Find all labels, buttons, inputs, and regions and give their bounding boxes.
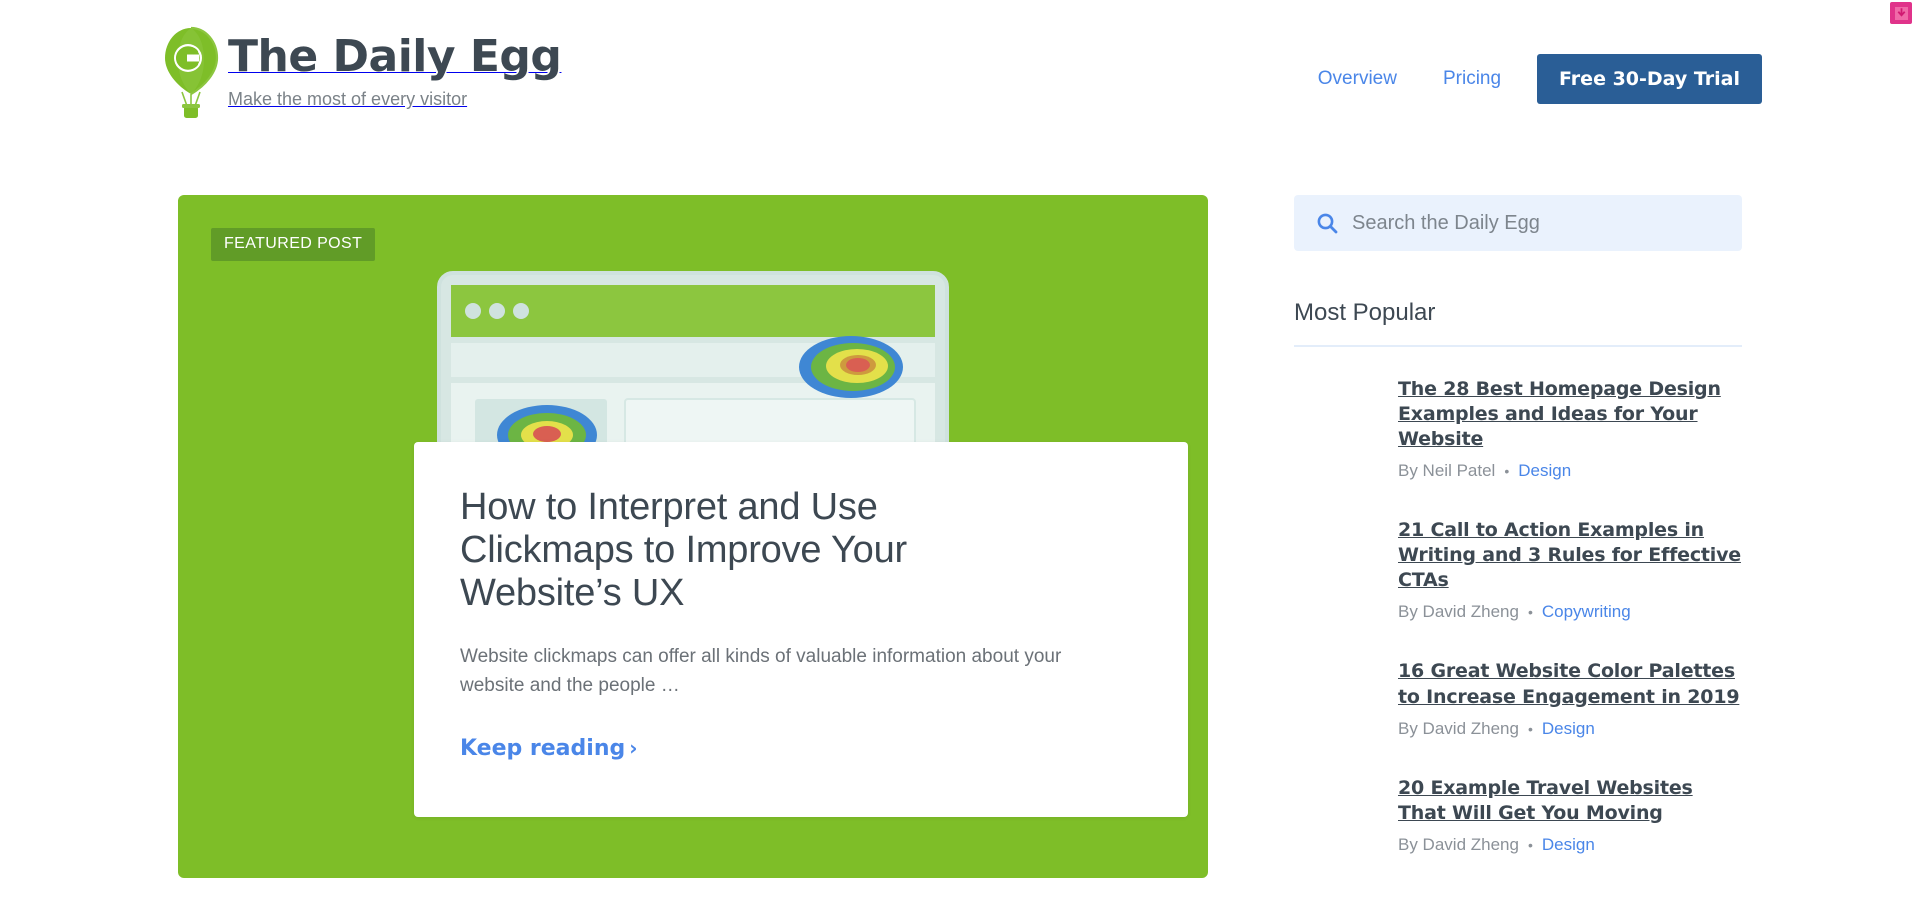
featured-post-title: How to Interpret and Use Clickmaps to Im… bbox=[460, 486, 907, 614]
main-nav: Overview Pricing Free 30-Day Trial bbox=[1318, 54, 1762, 104]
post-category-link[interactable]: Design bbox=[1542, 835, 1595, 855]
list-item[interactable]: 16 Great Website Color Palettes to Incre… bbox=[1294, 659, 1742, 738]
chevron-right-icon: › bbox=[629, 735, 638, 760]
section-divider bbox=[1294, 345, 1742, 347]
post-thumbnail bbox=[1294, 659, 1384, 728]
featured-post-excerpt: Website clickmaps can offer all kinds of… bbox=[460, 645, 1062, 697]
list-item[interactable]: 20 Example Travel Websites That Will Get… bbox=[1294, 775, 1742, 855]
post-author: By David Zheng bbox=[1398, 602, 1519, 622]
list-item[interactable]: The 28 Best Homepage Design Examples and… bbox=[1294, 377, 1742, 481]
post-meta: By David Zheng • Design bbox=[1398, 719, 1742, 739]
post-meta: By David Zheng • Copywriting bbox=[1398, 602, 1742, 622]
meta-separator-dot-icon: • bbox=[1527, 836, 1533, 853]
post-meta: By David Zheng • Design bbox=[1398, 835, 1742, 855]
list-item[interactable]: 21 Call to Action Examples in Writing an… bbox=[1294, 518, 1742, 622]
post-title-link[interactable]: 16 Great Website Color Palettes to Incre… bbox=[1398, 660, 1740, 707]
meta-separator-dot-icon: • bbox=[1527, 720, 1533, 737]
brand-title: The Daily Egg bbox=[228, 31, 562, 82]
meta-separator-dot-icon: • bbox=[1527, 604, 1533, 621]
nav-link-pricing[interactable]: Pricing bbox=[1443, 68, 1501, 90]
post-category-link[interactable]: Design bbox=[1518, 461, 1571, 481]
post-title-link[interactable]: The 28 Best Homepage Design Examples and… bbox=[1398, 378, 1721, 450]
meta-separator-dot-icon: • bbox=[1504, 463, 1510, 480]
post-title-link[interactable]: 21 Call to Action Examples in Writing an… bbox=[1398, 519, 1741, 591]
keep-reading-label: Keep reading bbox=[460, 735, 626, 761]
nav-link-overview[interactable]: Overview bbox=[1318, 68, 1397, 90]
search-box[interactable] bbox=[1294, 195, 1742, 251]
search-icon bbox=[1316, 212, 1338, 234]
keep-reading-link[interactable]: Keep reading › bbox=[460, 736, 637, 761]
post-category-link[interactable]: Copywriting bbox=[1542, 602, 1631, 622]
post-author: By David Zheng bbox=[1398, 718, 1519, 738]
post-thumbnail bbox=[1294, 775, 1384, 844]
site-logo-link[interactable]: The Daily Egg Make the most of every vis… bbox=[160, 26, 562, 122]
site-header: The Daily Egg Make the most of every vis… bbox=[0, 0, 1920, 160]
brand-tagline: Make the most of every visitor bbox=[228, 89, 468, 110]
post-author: By David Zheng bbox=[1398, 834, 1519, 854]
popular-post-list: The 28 Best Homepage Design Examples and… bbox=[1294, 377, 1742, 855]
most-popular-heading: Most Popular bbox=[1294, 299, 1436, 326]
download-badge-icon[interactable] bbox=[1890, 2, 1912, 24]
post-title-link[interactable]: 20 Example Travel Websites That Will Get… bbox=[1398, 777, 1693, 824]
featured-post-badge: FEATURED POST bbox=[211, 228, 376, 261]
featured-post-card[interactable]: How to Interpret and Use Clickmaps to Im… bbox=[414, 442, 1188, 817]
free-trial-button[interactable]: Free 30-Day Trial bbox=[1537, 54, 1762, 104]
search-input[interactable] bbox=[1352, 211, 1720, 235]
featured-post-hero: FEATURED POST How to Interpret and Use C… bbox=[178, 195, 1208, 878]
post-meta: By Neil Patel • Design bbox=[1398, 461, 1742, 481]
hot-air-balloon-crazyegg-logo-icon bbox=[160, 26, 222, 122]
post-thumbnail bbox=[1294, 377, 1384, 445]
post-author: By Neil Patel bbox=[1398, 461, 1496, 481]
post-category-link[interactable]: Design bbox=[1542, 719, 1595, 739]
sidebar: Most Popular The 28 Best Homepage Design… bbox=[1294, 195, 1742, 892]
post-thumbnail bbox=[1294, 518, 1384, 587]
